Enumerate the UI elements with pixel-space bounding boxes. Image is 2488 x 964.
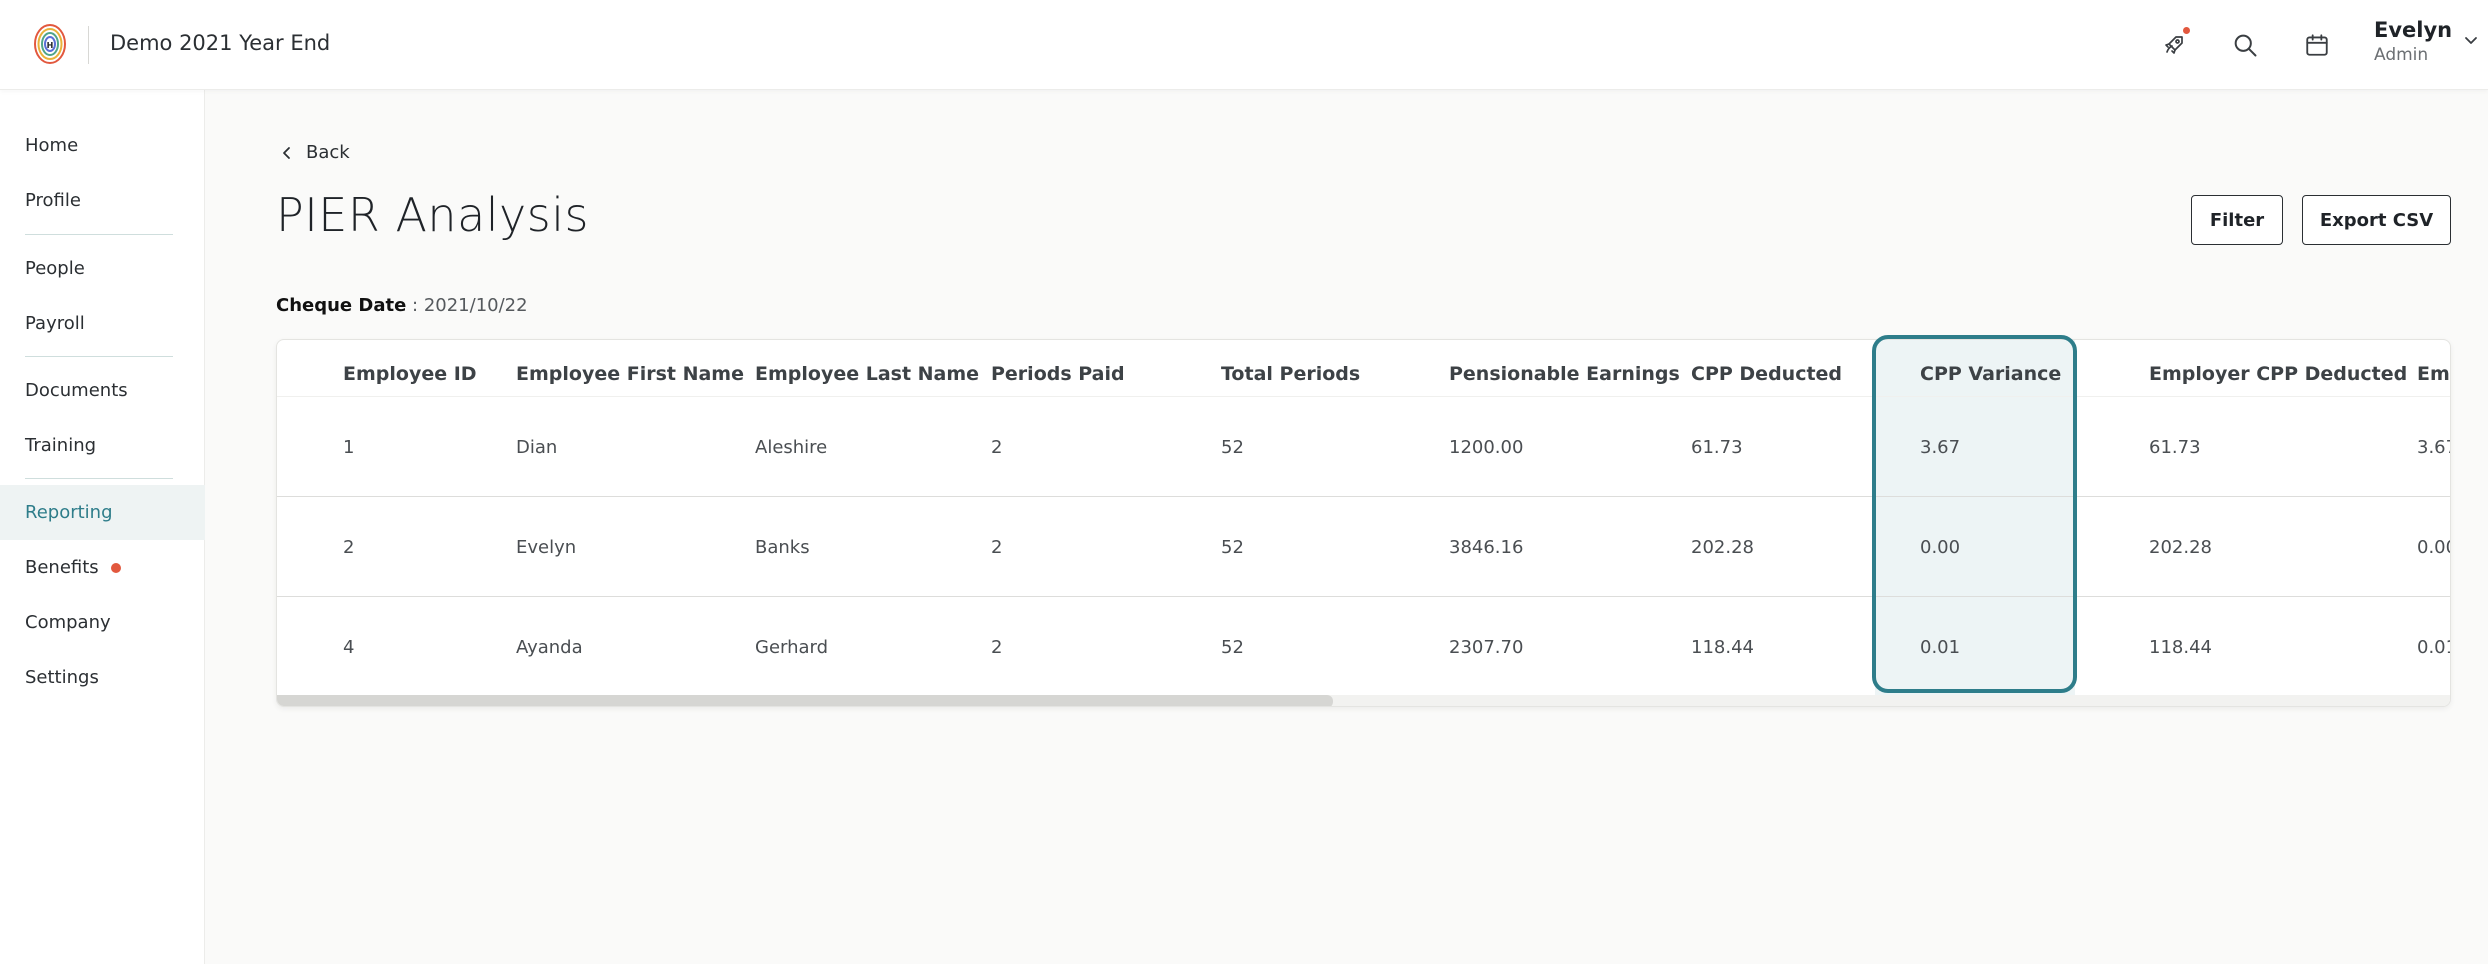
sidebar-item-training[interactable]: Training xyxy=(0,418,205,473)
benefits-badge xyxy=(110,562,121,573)
column-header-cpp-variance[interactable]: CPP Variance xyxy=(1920,354,2061,394)
sidebar-item-payroll[interactable]: Payroll xyxy=(0,296,205,351)
sidebar-divider xyxy=(25,234,173,235)
cell-total-periods: 52 xyxy=(1221,636,1244,658)
column-header-employee-first-name[interactable]: Employee First Name xyxy=(516,354,744,394)
cell-cpp-deducted: 202.28 xyxy=(1691,536,1754,558)
sidebar-item-people[interactable]: People xyxy=(0,241,205,296)
cell-employee-id: 2 xyxy=(343,536,355,558)
page-title: PIER Analysis xyxy=(276,188,589,242)
cell-truncated: 0.01 xyxy=(2417,636,2450,658)
cell-last-name: Aleshire xyxy=(755,436,828,458)
cell-total-periods: 52 xyxy=(1221,536,1244,558)
user-role: Admin xyxy=(2374,45,2429,65)
cell-employee-id: 1 xyxy=(343,436,355,458)
sidebar-divider xyxy=(25,356,173,357)
chevron-left-icon xyxy=(283,146,290,159)
cell-truncated: 3.67 xyxy=(2417,436,2450,458)
rocket-icon[interactable] xyxy=(2155,26,2193,64)
back-label: Back xyxy=(306,142,350,163)
user-menu[interactable]: Evelyn Admin xyxy=(2374,18,2477,72)
user-name: Evelyn xyxy=(2374,18,2453,42)
table-row[interactable]: 2 Evelyn Banks 2 52 3846.16 202.28 0.00 … xyxy=(277,497,2450,597)
cell-employee-id: 4 xyxy=(343,636,355,658)
table-row[interactable]: 1 Dian Aleshire 2 52 1200.00 61.73 3.67 … xyxy=(277,397,2450,497)
sidebar-item-reporting[interactable]: Reporting xyxy=(0,485,205,540)
logo-icon[interactable]: H xyxy=(32,22,68,66)
column-header-periods-paid[interactable]: Periods Paid xyxy=(991,354,1125,394)
export-csv-button[interactable]: Export CSV xyxy=(2302,195,2451,245)
cell-employer-cpp-deducted: 61.73 xyxy=(2149,436,2201,458)
column-header-total-periods[interactable]: Total Periods xyxy=(1221,354,1360,394)
sidebar-item-company[interactable]: Company xyxy=(0,595,205,650)
column-header-truncated[interactable]: Emp xyxy=(2417,354,2450,394)
cell-pensionable-earnings: 3846.16 xyxy=(1449,536,1524,558)
cell-periods-paid: 2 xyxy=(991,436,1003,458)
calendar-icon[interactable] xyxy=(2298,26,2336,64)
sidebar-item-settings[interactable]: Settings xyxy=(0,650,205,705)
cell-cpp-variance: 0.01 xyxy=(1920,636,1961,658)
cell-cpp-deducted: 61.73 xyxy=(1691,436,1743,458)
cell-cpp-deducted: 118.44 xyxy=(1691,636,1754,658)
horizontal-scrollbar[interactable] xyxy=(277,695,2450,706)
cell-periods-paid: 2 xyxy=(991,536,1003,558)
cell-periods-paid: 2 xyxy=(991,636,1003,658)
cell-pensionable-earnings: 1200.00 xyxy=(1449,436,1524,458)
table-row[interactable]: 4 Ayanda Gerhard 2 52 2307.70 118.44 0.0… xyxy=(277,597,2450,697)
cell-first-name: Dian xyxy=(516,436,558,458)
svg-text:H: H xyxy=(47,41,54,50)
cell-cpp-variance: 0.00 xyxy=(1920,536,1961,558)
cell-truncated: 0.00 xyxy=(2417,536,2450,558)
filter-button[interactable]: Filter xyxy=(2191,195,2283,245)
cell-last-name: Banks xyxy=(755,536,810,558)
column-header-employer-cpp-deducted[interactable]: Employer CPP Deducted xyxy=(2149,354,2407,394)
cell-first-name: Evelyn xyxy=(516,536,577,558)
cheque-date-label: Cheque Date xyxy=(276,295,407,316)
cell-cpp-variance: 3.67 xyxy=(1920,436,1961,458)
column-header-employee-id[interactable]: Employee ID xyxy=(343,354,477,394)
sidebar-item-benefits[interactable]: Benefits xyxy=(0,540,205,595)
column-header-employee-last-name[interactable]: Employee Last Name xyxy=(755,354,979,394)
sidebar-item-documents[interactable]: Documents xyxy=(0,363,205,418)
column-header-cpp-deducted[interactable]: CPP Deducted xyxy=(1691,354,1842,394)
app-title: Demo 2021 Year End xyxy=(110,31,331,55)
cell-employer-cpp-deducted: 202.28 xyxy=(2149,536,2212,558)
chevron-down-icon xyxy=(2465,37,2477,44)
notification-dot xyxy=(2183,27,2190,34)
cell-first-name: Ayanda xyxy=(516,636,583,658)
cell-employer-cpp-deducted: 118.44 xyxy=(2149,636,2212,658)
cell-total-periods: 52 xyxy=(1221,436,1244,458)
scrollbar-thumb[interactable] xyxy=(277,695,1333,706)
sidebar-item-home[interactable]: Home xyxy=(0,118,205,173)
cheque-date-value: : 2021/10/22 xyxy=(406,295,528,316)
sidebar-item-profile[interactable]: Profile xyxy=(0,173,205,228)
pier-analysis-table: Employee ID Employee First Name Employee… xyxy=(276,339,2451,707)
column-header-pensionable-earnings[interactable]: Pensionable Earnings xyxy=(1449,354,1680,394)
cell-pensionable-earnings: 2307.70 xyxy=(1449,636,1524,658)
top-bar: H Demo 2021 Year End Evelyn Admin xyxy=(0,0,2488,90)
logo-divider xyxy=(88,26,89,64)
search-icon[interactable] xyxy=(2226,26,2264,64)
sidebar: Home Profile People Payroll Documents Tr… xyxy=(0,90,205,964)
sidebar-divider xyxy=(25,478,173,479)
back-link[interactable]: Back xyxy=(282,142,350,163)
cell-last-name: Gerhard xyxy=(755,636,829,658)
cheque-date: Cheque Date : 2021/10/22 xyxy=(276,295,528,316)
